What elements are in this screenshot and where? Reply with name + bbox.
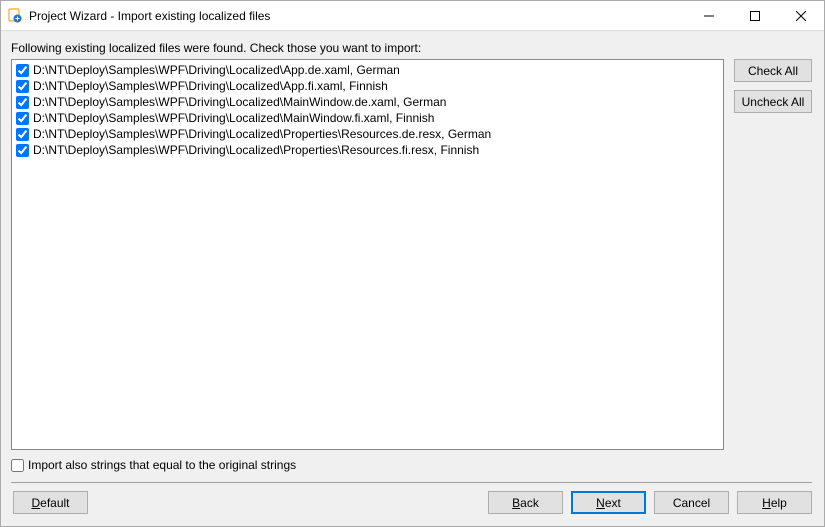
file-checkbox[interactable] <box>16 64 29 77</box>
file-checkbox[interactable] <box>16 144 29 157</box>
file-checkbox[interactable] <box>16 128 29 141</box>
file-item[interactable]: D:\NT\Deploy\Samples\WPF\Driving\Localiz… <box>16 142 719 158</box>
file-item[interactable]: D:\NT\Deploy\Samples\WPF\Driving\Localiz… <box>16 110 719 126</box>
main-row: D:\NT\Deploy\Samples\WPF\Driving\Localiz… <box>11 59 812 450</box>
file-checkbox[interactable] <box>16 96 29 109</box>
titlebar: Project Wizard - Import existing localiz… <box>1 1 824 31</box>
file-item[interactable]: D:\NT\Deploy\Samples\WPF\Driving\Localiz… <box>16 78 719 94</box>
import-also-row[interactable]: Import also strings that equal to the or… <box>11 458 812 472</box>
file-label: D:\NT\Deploy\Samples\WPF\Driving\Localiz… <box>33 62 400 78</box>
file-item[interactable]: D:\NT\Deploy\Samples\WPF\Driving\Localiz… <box>16 62 719 78</box>
close-button[interactable] <box>778 1 824 30</box>
back-button[interactable]: Back <box>488 491 563 514</box>
instruction-text: Following existing localized files were … <box>11 41 812 55</box>
file-item[interactable]: D:\NT\Deploy\Samples\WPF\Driving\Localiz… <box>16 94 719 110</box>
cancel-button[interactable]: Cancel <box>654 491 729 514</box>
window-title: Project Wizard - Import existing localiz… <box>29 9 686 23</box>
content-area: Following existing localized files were … <box>1 31 824 491</box>
file-label: D:\NT\Deploy\Samples\WPF\Driving\Localiz… <box>33 94 446 110</box>
separator <box>11 482 812 483</box>
default-button[interactable]: Default <box>13 491 88 514</box>
default-rest: efault <box>40 496 69 510</box>
footer: Default Back Next Cancel Help <box>1 491 824 526</box>
side-buttons: Check All Uncheck All <box>734 59 812 450</box>
uncheck-all-button[interactable]: Uncheck All <box>734 90 812 113</box>
next-button[interactable]: Next <box>571 491 646 514</box>
file-label: D:\NT\Deploy\Samples\WPF\Driving\Localiz… <box>33 126 491 142</box>
minimize-button[interactable] <box>686 1 732 30</box>
file-label: D:\NT\Deploy\Samples\WPF\Driving\Localiz… <box>33 110 434 126</box>
check-all-button[interactable]: Check All <box>734 59 812 82</box>
file-checkbox[interactable] <box>16 112 29 125</box>
import-also-label: Import also strings that equal to the or… <box>28 458 296 472</box>
app-icon <box>7 8 23 24</box>
file-label: D:\NT\Deploy\Samples\WPF\Driving\Localiz… <box>33 78 388 94</box>
file-item[interactable]: D:\NT\Deploy\Samples\WPF\Driving\Localiz… <box>16 126 719 142</box>
maximize-button[interactable] <box>732 1 778 30</box>
window-controls <box>686 1 824 30</box>
file-label: D:\NT\Deploy\Samples\WPF\Driving\Localiz… <box>33 142 479 158</box>
import-also-checkbox[interactable] <box>11 459 24 472</box>
file-list[interactable]: D:\NT\Deploy\Samples\WPF\Driving\Localiz… <box>11 59 724 450</box>
help-button[interactable]: Help <box>737 491 812 514</box>
file-checkbox[interactable] <box>16 80 29 93</box>
